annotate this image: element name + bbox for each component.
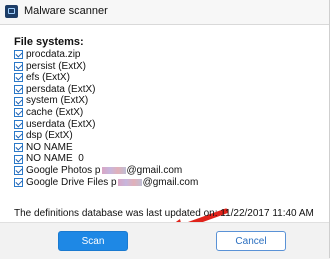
window-title: Malware scanner bbox=[24, 5, 108, 17]
file-system-label-prefix: Google Photos p bbox=[26, 164, 101, 176]
file-system-label: system (ExtX) bbox=[26, 95, 89, 107]
file-system-label-suffix: @gmail.com bbox=[142, 176, 199, 188]
checkbox-checked-icon[interactable] bbox=[14, 119, 23, 129]
checkbox-checked-icon[interactable] bbox=[14, 61, 23, 71]
checkbox-checked-icon[interactable] bbox=[14, 108, 23, 118]
title-bar: Malware scanner bbox=[0, 0, 330, 24]
checkbox-checked-icon[interactable] bbox=[14, 50, 23, 60]
file-system-item-google-drive[interactable]: Google Drive Files p @gmail.com bbox=[14, 177, 198, 189]
file-system-item[interactable]: cache (ExtX) bbox=[14, 107, 198, 119]
file-system-label: userdata (ExtX) bbox=[26, 118, 96, 130]
file-systems-heading: File systems: bbox=[14, 36, 84, 48]
file-system-label-prefix: Google Drive Files p bbox=[26, 176, 117, 188]
app-icon bbox=[5, 5, 18, 18]
checkbox-checked-icon[interactable] bbox=[14, 85, 23, 95]
file-system-item-google-photos[interactable]: Google Photos p @gmail.com bbox=[14, 165, 198, 177]
definitions-update-status: The definitions database was last update… bbox=[14, 208, 314, 219]
file-system-label: persdata (ExtX) bbox=[26, 83, 96, 95]
file-system-label: procdata.zip bbox=[26, 49, 81, 60]
file-system-item[interactable]: procdata.zip bbox=[14, 49, 198, 61]
file-system-label: efs (ExtX) bbox=[26, 72, 70, 84]
file-system-item[interactable]: dsp (ExtX) bbox=[14, 130, 198, 142]
file-system-item[interactable]: efs (ExtX) bbox=[14, 72, 198, 84]
scan-button[interactable]: Scan bbox=[58, 231, 128, 251]
file-system-label: NO NAME bbox=[26, 141, 73, 153]
redacted-email-blur bbox=[117, 178, 142, 186]
file-system-item[interactable]: userdata (ExtX) bbox=[14, 119, 198, 131]
checkbox-checked-icon[interactable] bbox=[14, 131, 23, 141]
checkbox-checked-icon[interactable] bbox=[14, 143, 23, 153]
file-system-item[interactable]: persist (ExtX) bbox=[14, 61, 198, 73]
cancel-button[interactable]: Cancel bbox=[216, 231, 286, 251]
file-system-item[interactable]: NO NAME 0 bbox=[14, 153, 198, 165]
checkbox-checked-icon[interactable] bbox=[14, 73, 23, 83]
checkbox-checked-icon[interactable] bbox=[14, 96, 23, 106]
checkbox-checked-icon[interactable] bbox=[14, 154, 23, 164]
checkbox-checked-icon[interactable] bbox=[14, 177, 23, 187]
file-system-label: persist (ExtX) bbox=[26, 60, 87, 72]
redacted-email-blur bbox=[101, 167, 126, 175]
file-system-item[interactable]: NO NAME bbox=[14, 142, 198, 154]
file-system-item[interactable]: persdata (ExtX) bbox=[14, 84, 198, 96]
file-systems-list: procdata.zip persist (ExtX) efs (ExtX) p… bbox=[14, 49, 198, 188]
malware-scanner-window: Malware scanner File systems: procdata.z… bbox=[0, 0, 330, 259]
checkbox-checked-icon[interactable] bbox=[14, 166, 23, 176]
file-system-label: cache (ExtX) bbox=[26, 106, 84, 118]
file-system-label-suffix: @gmail.com bbox=[126, 164, 183, 176]
file-system-item[interactable]: system (ExtX) bbox=[14, 95, 198, 107]
file-system-label: NO NAME 0 bbox=[26, 153, 84, 165]
file-system-label: dsp (ExtX) bbox=[26, 130, 73, 142]
scanner-content: File systems: procdata.zip persist (ExtX… bbox=[0, 24, 330, 235]
